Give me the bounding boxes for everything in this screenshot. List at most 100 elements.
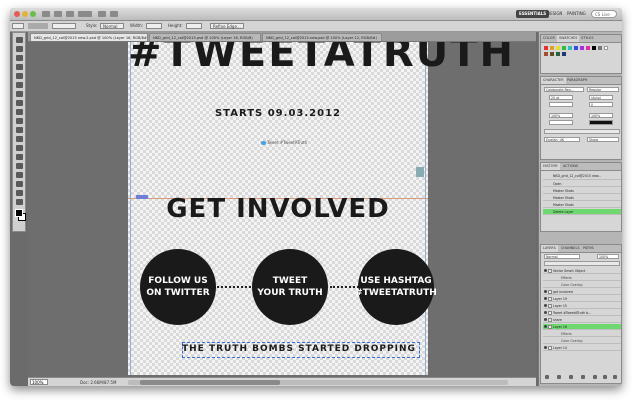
screen-mode-icon[interactable] xyxy=(110,11,118,17)
tab-character[interactable]: CHARACTER xyxy=(541,77,566,84)
swatch[interactable] xyxy=(556,46,560,50)
refine-edge-button[interactable]: Refine Edge... xyxy=(210,23,244,29)
eye-icon[interactable] xyxy=(544,311,547,314)
selection-mode-icons[interactable] xyxy=(28,23,48,29)
swatch[interactable] xyxy=(550,46,554,50)
history-item[interactable]: Master Shots xyxy=(543,195,621,201)
eye-icon[interactable] xyxy=(544,297,547,300)
text-color-swatch[interactable] xyxy=(589,120,613,125)
swatch[interactable] xyxy=(544,52,548,56)
shape-tool-icon[interactable] xyxy=(16,190,23,196)
width-field[interactable] xyxy=(146,23,162,29)
layer-mask-icon[interactable] xyxy=(569,375,573,379)
artboard-canvas[interactable]: #TWEETATRUTH STARTS 09.03.2012 Tweet #Tw… xyxy=(128,42,513,375)
close-window-button[interactable] xyxy=(14,11,20,17)
swatch[interactable] xyxy=(544,46,548,50)
layer-row[interactable]: Vector Smart Object xyxy=(543,268,621,274)
eye-icon[interactable] xyxy=(544,346,547,349)
workspace-painting-button[interactable]: PAINTING xyxy=(564,10,589,18)
swatch[interactable] xyxy=(604,46,608,50)
horizontal-scroll-thumb[interactable] xyxy=(140,380,280,385)
layer-effect-row[interactable]: Effects xyxy=(543,331,621,337)
height-field[interactable] xyxy=(186,23,202,29)
foreground-color-swatch[interactable] xyxy=(15,209,23,217)
layer-row[interactable]: Layer 14 xyxy=(543,345,621,351)
minimize-window-button[interactable] xyxy=(22,11,28,17)
marquee-tool-icon[interactable] xyxy=(16,46,23,52)
history-item[interactable]: Open xyxy=(543,181,621,187)
eye-icon[interactable] xyxy=(544,325,547,328)
tracking-field[interactable]: 0 xyxy=(589,102,613,107)
healing-brush-tool-icon[interactable] xyxy=(16,91,23,97)
swatch[interactable] xyxy=(556,52,560,56)
zoom-field[interactable]: 100% xyxy=(30,379,48,385)
hand-view-icon[interactable] xyxy=(66,11,74,17)
layer-effect-row[interactable]: Color Overlay xyxy=(543,282,621,288)
adjustment-layer-icon[interactable] xyxy=(581,375,585,379)
arrange-documents-icon[interactable] xyxy=(98,11,106,17)
blend-mode-select[interactable]: Normal xyxy=(544,254,580,259)
swatch[interactable] xyxy=(598,46,602,50)
brush-tool-icon[interactable] xyxy=(16,100,23,106)
eye-icon[interactable] xyxy=(544,290,547,293)
cs-live-search[interactable]: CS Live xyxy=(591,10,617,18)
antialias-select[interactable]: Sharp xyxy=(587,137,619,142)
kerning-field[interactable] xyxy=(549,102,573,107)
language-select[interactable]: English: UK xyxy=(544,137,580,142)
gradient-tool-icon[interactable] xyxy=(16,136,23,142)
layer-effect-row[interactable]: Effects xyxy=(543,275,621,281)
horizontal-scale-field[interactable]: 100% xyxy=(589,113,613,118)
new-layer-icon[interactable] xyxy=(603,375,607,379)
layer-row-selected[interactable]: Layer 18 xyxy=(543,324,621,330)
eraser-tool-icon[interactable] xyxy=(16,127,23,133)
layer-row[interactable]: Layer 19 xyxy=(543,296,621,302)
quick-select-tool-icon[interactable] xyxy=(16,64,23,70)
hand-tool-icon[interactable] xyxy=(16,199,23,205)
swatch[interactable] xyxy=(562,46,566,50)
layer-row[interactable]: Tweet #TweetATruth b... xyxy=(543,310,621,316)
layer-row[interactable]: share xyxy=(543,317,621,323)
bridge-icon[interactable] xyxy=(42,11,50,17)
history-item[interactable]: Master Shots xyxy=(543,202,621,208)
swatch[interactable] xyxy=(574,46,578,50)
eyedropper-tool-icon[interactable] xyxy=(16,82,23,88)
workspace-design-button[interactable]: DESIGN xyxy=(544,10,565,18)
swatch[interactable] xyxy=(592,46,596,50)
mini-bridge-icon[interactable] xyxy=(54,11,62,17)
document-tab-2[interactable]: NKD_grid_12_col@2015.psd @ 100% (Layer 1… xyxy=(149,33,261,41)
history-item[interactable]: Master Shots xyxy=(543,188,621,194)
history-item-selected[interactable]: Delete Layer xyxy=(543,209,621,215)
opacity-field[interactable]: 100% xyxy=(597,254,619,259)
eye-icon[interactable] xyxy=(544,318,547,321)
lasso-tool-icon[interactable] xyxy=(16,55,23,61)
dodge-tool-icon[interactable] xyxy=(16,154,23,160)
pen-tool-icon[interactable] xyxy=(16,163,23,169)
history-item[interactable]: NKD_grid_12_col@2015 new... xyxy=(543,172,621,180)
font-family-select[interactable]: Colaborate-Reg... xyxy=(544,87,584,92)
type-tool-icon[interactable] xyxy=(16,172,23,178)
blur-tool-icon[interactable] xyxy=(16,145,23,151)
path-selection-tool-icon[interactable] xyxy=(16,181,23,187)
tab-paragraph[interactable]: PARAGRAPH xyxy=(565,77,589,84)
tab-swatches[interactable]: SWATCHES xyxy=(557,35,580,42)
clone-stamp-tool-icon[interactable] xyxy=(16,109,23,115)
tab-channels[interactable]: CHANNELS xyxy=(559,245,582,252)
zoom-level-icon[interactable] xyxy=(78,11,92,17)
tab-actions[interactable]: ACTIONS xyxy=(561,163,580,170)
swatch[interactable] xyxy=(568,46,572,50)
font-style-select[interactable]: Regular xyxy=(587,87,619,92)
baseline-shift-field[interactable] xyxy=(549,120,573,125)
document-tab-3[interactable]: NKD_grid_12_col@2015.new.psd @ 100% (Lay… xyxy=(262,33,382,41)
trash-icon[interactable] xyxy=(613,375,617,379)
leading-field[interactable]: (Auto) xyxy=(589,95,613,100)
vertical-scale-field[interactable]: 100% xyxy=(549,113,573,118)
style-select[interactable]: Normal xyxy=(100,23,124,29)
move-tool-icon[interactable] xyxy=(16,37,23,43)
new-group-icon[interactable] xyxy=(593,375,597,379)
layer-row[interactable]: get involved xyxy=(543,289,621,295)
link-layers-icon[interactable] xyxy=(545,375,549,379)
tab-color[interactable]: COLOR xyxy=(541,35,557,42)
font-size-field[interactable]: 20 pt xyxy=(549,95,573,100)
zoom-window-button[interactable] xyxy=(30,11,36,17)
crop-tool-icon[interactable] xyxy=(16,73,23,79)
